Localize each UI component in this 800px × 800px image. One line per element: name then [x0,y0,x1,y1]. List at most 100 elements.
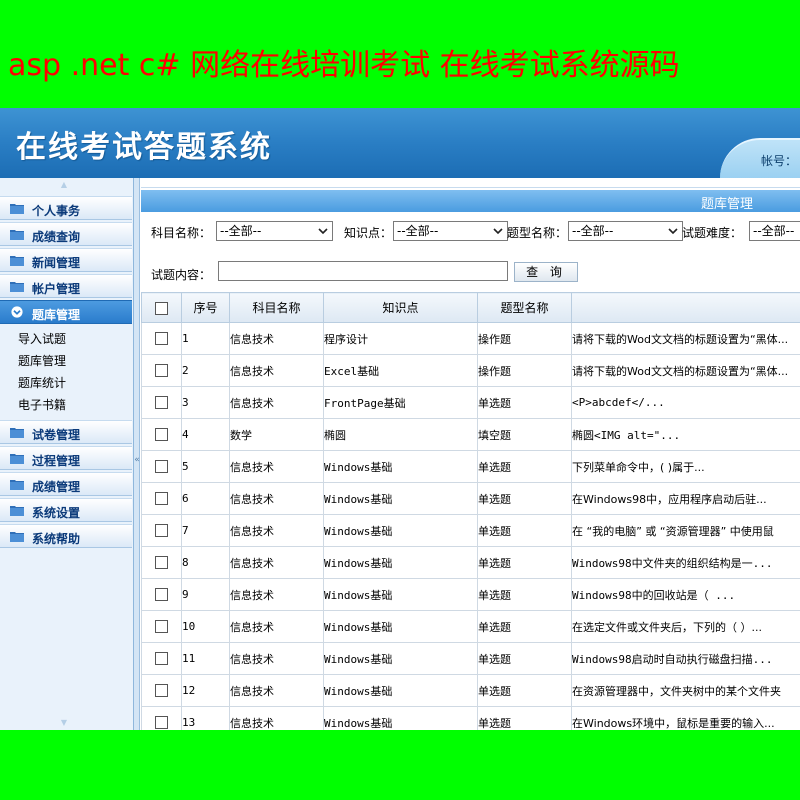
subject-select-value: --全部-- [220,224,262,238]
sidebar-splitter[interactable]: « [134,178,140,730]
row-checkbox[interactable] [155,364,168,378]
cell-no: 2 [181,354,230,387]
table-row[interactable]: 4 数学 椭圆 填空题 椭圆<IMG alt="... [141,418,800,451]
content-input[interactable] [218,261,508,281]
subject-select[interactable]: --全部-- [216,221,333,241]
folder-icon [10,204,24,214]
cell-no: 7 [181,514,230,547]
promo-banner-bottom [0,730,800,800]
cell-no: 12 [181,674,230,707]
table-row[interactable]: 13 信息技术 Windows基础 单选题 在Windows环境中，鼠标是重要的… [141,706,800,730]
table-row[interactable]: 11 信息技术 Windows基础 单选题 Windows98启动时自动执行磁盘… [141,642,800,675]
sidebar-item-question-bank[interactable]: 题库管理 [0,300,132,324]
knowledge-label: 知识点： [344,226,393,240]
cell-type: 操作题 [477,354,572,387]
row-checkbox[interactable] [155,460,168,474]
type-label: 题型名称： [507,226,568,240]
sidebar-menu: 个人事务 成绩查询 新闻管理 帐户管理 题库管理 导入试题 题库管理 题库统计 … [0,196,132,550]
sidebar-item-label: 题库管理 [32,308,81,322]
cell-point: 程序设计 [323,322,478,355]
folder-icon [10,480,24,490]
table-row[interactable]: 5 信息技术 Windows基础 单选题 下列菜单命令中，( )属于... [141,450,800,483]
cell-subject: 信息技术 [229,354,324,387]
row-checkbox[interactable] [155,396,168,410]
sidebar-item-personal[interactable]: 个人事务 [0,196,132,220]
sidebar-item-score-query[interactable]: 成绩查询 [0,222,132,246]
sidebar-subitem-bank-stats[interactable]: 题库统计 [0,372,132,394]
table-row[interactable]: 7 信息技术 Windows基础 单选题 在 “我的电脑” 或 “资源管理器” … [141,514,800,547]
cell-content: 在Windows环境中，鼠标是重要的输入... [571,706,800,730]
cell-no: 11 [181,642,230,675]
sidebar-item-label: 过程管理 [32,454,81,468]
table-row[interactable]: 3 信息技术 FrontPage基础 单选题 <P>abcdef</... [141,386,800,419]
sidebar-subitem-import[interactable]: 导入试题 [0,328,132,350]
row-select-cell [141,482,182,515]
knowledge-select[interactable]: --全部-- [393,221,508,241]
difficulty-select[interactable]: --全部-- [749,221,800,241]
cell-no: 9 [181,578,230,611]
row-checkbox[interactable] [155,428,168,442]
filter-form: 科目名称： --全部-- 知识点： --全部-- 题型名称： --全部-- 试题… [141,212,800,292]
table-row[interactable]: 9 信息技术 Windows基础 单选题 Windows98中的回收站是（ ..… [141,578,800,611]
column-header-type[interactable]: 题型名称 [477,292,572,323]
sidebar-item-settings[interactable]: 系统设置 [0,498,132,522]
column-header-subject[interactable]: 科目名称 [229,292,324,323]
cell-no: 10 [181,610,230,643]
row-checkbox[interactable] [155,716,168,730]
cell-subject: 信息技术 [229,706,324,730]
row-checkbox[interactable] [155,556,168,570]
row-select-cell [141,354,182,387]
cell-subject: 信息技术 [229,482,324,515]
table-row[interactable]: 12 信息技术 Windows基础 单选题 在资源管理器中，文件夹树中的某个文件… [141,674,800,707]
sidebar-item-label: 试卷管理 [32,428,81,442]
sidebar-item-news[interactable]: 新闻管理 [0,248,132,272]
sidebar-subitem-ebooks[interactable]: 电子书籍 [0,394,132,416]
chevron-down-icon [11,306,23,318]
content-label: 试题内容： [151,268,212,282]
cell-point: Windows基础 [323,482,478,515]
table-row[interactable]: 2 信息技术 Excel基础 操作题 请将下载的Wod文文档的标题设置为“黑体.… [141,354,800,387]
sidebar-scroll-down-icon[interactable]: ▼ [58,718,70,728]
sidebar-item-papers[interactable]: 试卷管理 [0,420,132,444]
row-select-cell [141,386,182,419]
row-checkbox[interactable] [155,620,168,634]
column-header-no[interactable]: 序号 [181,292,230,323]
column-header-content[interactable]: 试 [571,292,800,323]
sidebar-subitem-bank-manage[interactable]: 题库管理 [0,350,132,372]
cell-subject: 信息技术 [229,514,324,547]
cell-no: 6 [181,482,230,515]
type-select[interactable]: --全部-- [568,221,683,241]
sidebar-item-process[interactable]: 过程管理 [0,446,132,470]
folder-icon [10,506,24,516]
row-checkbox[interactable] [155,652,168,666]
sidebar-item-label: 成绩管理 [32,480,81,494]
sidebar-item-label: 系统设置 [32,506,81,520]
cell-point: Windows基础 [323,578,478,611]
sidebar-item-accounts[interactable]: 帐户管理 [0,274,132,298]
row-checkbox[interactable] [155,684,168,698]
knowledge-select-value: --全部-- [397,224,439,238]
row-checkbox[interactable] [155,588,168,602]
row-checkbox[interactable] [155,492,168,506]
chevron-down-icon [668,228,678,235]
column-header-point[interactable]: 知识点 [323,292,478,323]
sidebar-scroll-up-icon[interactable]: ▲ [58,180,70,190]
sidebar-item-score-manage[interactable]: 成绩管理 [0,472,132,496]
table-row[interactable]: 6 信息技术 Windows基础 单选题 在Windows98中，应用程序启动后… [141,482,800,515]
select-all-checkbox[interactable] [155,301,168,315]
table-row[interactable]: 8 信息技术 Windows基础 单选题 Windows98中文件夹的组织结构是… [141,546,800,579]
cell-subject: 信息技术 [229,642,324,675]
row-checkbox[interactable] [155,524,168,538]
cell-type: 单选题 [477,578,572,611]
table-row[interactable]: 10 信息技术 Windows基础 单选题 在选定文件或文件夹后，下列的（ ）.… [141,610,800,643]
cell-type: 单选题 [477,386,572,419]
table-row[interactable]: 1 信息技术 程序设计 操作题 请将下载的Wod文文档的标题设置为“黑体... [141,322,800,355]
cell-content: 在 “我的电脑” 或 “资源管理器” 中使用鼠 [571,514,800,547]
row-checkbox[interactable] [155,332,168,346]
collapse-handle-icon[interactable]: « [134,440,140,480]
cell-type: 单选题 [477,546,572,579]
cell-subject: 信息技术 [229,610,324,643]
search-button[interactable]: 查 询 [514,262,578,282]
sidebar-item-help[interactable]: 系统帮助 [0,524,132,548]
row-select-cell [141,578,182,611]
